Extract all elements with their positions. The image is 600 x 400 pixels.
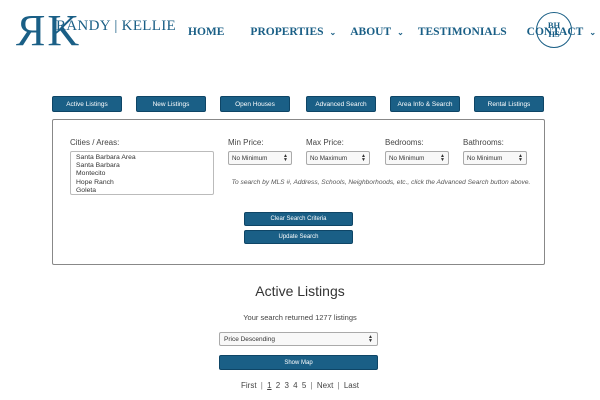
city-option[interactable]: Hope Ranch [76, 179, 208, 187]
seal-text-bottom: HS [548, 29, 560, 39]
pager-page-1[interactable]: 1 [267, 381, 271, 390]
max-price-select[interactable]: No Maximum ▲ ▼ [306, 151, 370, 165]
cities-label: Cities / Areas: [70, 138, 120, 147]
tab-rental-listings[interactable]: Rental Listings [474, 96, 544, 112]
cities-listbox[interactable]: Santa Barbara Area Santa Barbara Monteci… [70, 151, 214, 195]
pagination: First | 1 2 3 4 5 | Next | Last [0, 381, 600, 390]
pager-separator: | [260, 381, 263, 390]
results-title: Active Listings [255, 283, 345, 299]
bathrooms-value: No Minimum [467, 154, 503, 162]
advanced-search-hint: To search by MLS #, Address, Schools, Ne… [231, 179, 531, 186]
results-count: Your search returned 1277 listings [243, 313, 357, 322]
nav-about-label: ABOUT [350, 26, 392, 38]
select-arrows-icon: ▲ ▼ [283, 153, 288, 163]
select-arrows-icon: ▲ ▼ [518, 153, 523, 163]
nav-home[interactable]: HOME [188, 26, 224, 38]
max-price-value: No Maximum [310, 154, 348, 162]
min-price-label: Min Price: [228, 138, 264, 147]
nav-properties-label: PROPERTIES [250, 26, 324, 38]
nav-home-label: HOME [188, 26, 225, 38]
bathrooms-select[interactable]: No Minimum ▲ ▼ [463, 151, 527, 165]
select-arrows-icon: ▲ ▼ [440, 153, 445, 163]
clear-search-button[interactable]: Clear Search Criteria [244, 212, 353, 226]
sort-value: Price Descending [224, 335, 275, 343]
tab-open-houses[interactable]: Open Houses [220, 96, 290, 112]
chevron-down-icon: ⌄ [329, 27, 337, 37]
listing-tabs: Active Listings New Listings Open Houses… [52, 96, 544, 112]
bedrooms-value: No Minimum [389, 154, 425, 162]
bedrooms-select[interactable]: No Minimum ▲ ▼ [385, 151, 449, 165]
min-price-select[interactable]: No Minimum ▲ ▼ [228, 151, 292, 165]
chevron-down-icon: ⌄ [397, 27, 404, 37]
sort-select[interactable]: Price Descending ▲ ▼ [219, 332, 378, 346]
search-panel: Cities / Areas: Santa Barbara Area Santa… [52, 119, 545, 265]
pager-separator: | [337, 381, 340, 390]
bhhs-seal-logo[interactable]: BH HS [536, 12, 572, 48]
pager-first[interactable]: First [241, 381, 257, 390]
pager-next[interactable]: Next [317, 381, 333, 390]
show-map-button[interactable]: Show Map [219, 355, 378, 370]
city-option[interactable]: Santa Barbara Area [76, 154, 208, 162]
tab-active-listings[interactable]: Active Listings [52, 96, 122, 112]
select-arrows-icon: ▲ ▼ [361, 153, 366, 163]
main-nav: HOME PROPERTIES ⌄ ABOUT ⌄ TESTIMONIALS CON… [188, 26, 596, 38]
select-arrows-icon: ▲ ▼ [368, 334, 373, 344]
pager-page-2[interactable]: 2 [276, 381, 280, 390]
chevron-down-icon: ⌄ [589, 27, 597, 37]
city-option[interactable]: Montecito [76, 170, 208, 178]
city-option[interactable]: Goleta [76, 187, 208, 194]
brand-name: RANDY | KELLIE [56, 18, 176, 34]
max-price-label: Max Price: [306, 138, 344, 147]
tab-area-info-search[interactable]: Area Info & Search [390, 96, 460, 112]
bathrooms-label: Bathrooms: [463, 138, 504, 147]
bedrooms-label: Bedrooms: [385, 138, 424, 147]
nav-testimonials[interactable]: TESTIMONIALS [418, 26, 507, 38]
pager-last[interactable]: Last [344, 381, 359, 390]
tab-advanced-search[interactable]: Advanced Search [306, 96, 376, 112]
nav-about[interactable]: ABOUT ⌄ [350, 26, 404, 38]
min-price-value: No Minimum [232, 154, 268, 162]
city-option[interactable]: Santa Barbara [76, 162, 208, 170]
pager-page-3[interactable]: 3 [284, 381, 288, 390]
pager-page-5[interactable]: 5 [302, 381, 306, 390]
pager-page-4[interactable]: 4 [293, 381, 297, 390]
nav-properties[interactable]: PROPERTIES ⌄ [250, 26, 336, 38]
update-search-button[interactable]: Update Search [244, 230, 353, 244]
tab-new-listings[interactable]: New Listings [136, 96, 206, 112]
pager-separator: | [310, 381, 313, 390]
nav-testimonials-label: TESTIMONIALS [417, 26, 507, 38]
